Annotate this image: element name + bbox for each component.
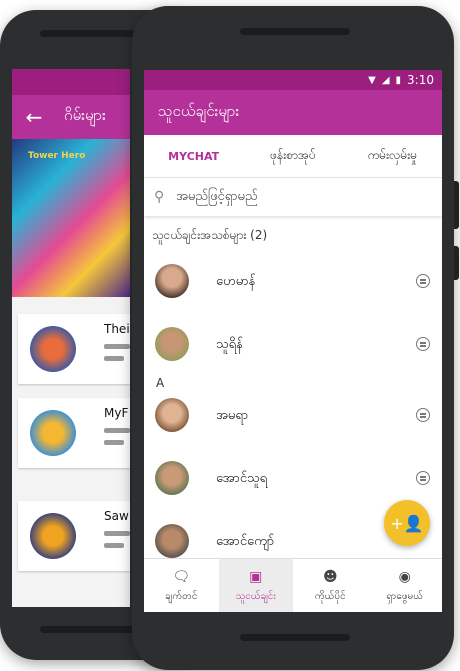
app-title: သူငယ်ချင်းများ	[158, 101, 240, 120]
nav-label: ရှာဖွေမယ်	[386, 591, 423, 602]
status-bar	[12, 69, 130, 95]
battery-icon: ▮	[395, 74, 402, 86]
tab-mychat[interactable]: MYCHAT	[144, 150, 243, 163]
game-card[interactable]: MyF	[18, 398, 130, 468]
nav-label: ကိုယ်ပိုင်	[314, 591, 346, 602]
game-desc-line	[104, 428, 130, 433]
contact-row[interactable]: အမရာ	[144, 384, 442, 447]
contact-row[interactable]: သူရိန်	[144, 313, 442, 376]
game-desc-line	[104, 440, 124, 445]
avatar	[155, 264, 189, 298]
contact-row[interactable]: အောင်သူရ	[144, 447, 442, 510]
game-name: MyF	[104, 406, 129, 420]
nav-label: ချက်တင်	[165, 591, 198, 602]
game-icon	[30, 410, 76, 456]
avatar	[155, 461, 189, 495]
tab-phonebook[interactable]: ဖုန်းစာအုပ်	[243, 147, 342, 165]
add-friend-button[interactable]: +👤	[384, 500, 430, 546]
nav-label: သူငယ်ချင်း	[235, 591, 276, 602]
contact-name: ဟေမာန်	[216, 274, 256, 289]
app-bar: သူငယ်ချင်းများ	[144, 90, 442, 135]
tab-invitations[interactable]: ကမ်းလှမ်းမှု	[343, 147, 442, 165]
game-card[interactable]: Thei	[18, 314, 130, 384]
avatar	[155, 524, 189, 558]
search-icon: ⚲	[154, 189, 165, 205]
avatar	[155, 327, 189, 361]
game-name: Saw	[104, 509, 129, 523]
contact-name: သူရိန်	[216, 337, 243, 352]
chat-bubble-icon: 🗨	[172, 569, 191, 585]
status-time: 3:10	[407, 73, 434, 87]
back-arrow-icon[interactable]: ←	[20, 105, 48, 129]
chat-icon[interactable]	[416, 337, 430, 351]
avatar	[155, 398, 189, 432]
contacts-icon: ▣	[249, 569, 263, 585]
volume-button	[454, 181, 459, 229]
speaker-grille	[240, 634, 350, 641]
game-desc-line	[104, 531, 130, 536]
bottom-navigation: 🗨 ချက်တင် ▣ သူငယ်ချင်း ☻ ကိုယ်ပိုင် ◉ ရှ…	[144, 558, 442, 612]
chat-icon[interactable]	[416, 471, 430, 485]
games-title: ဂိမ်းများ	[64, 106, 106, 124]
search-input[interactable]: အမည်ဖြင့်ရှာမည်	[176, 188, 258, 207]
nav-profile[interactable]: ☻ ကိုယ်ပိုင်	[293, 559, 368, 612]
nav-explore[interactable]: ◉ ရှာဖွေမယ်	[368, 559, 443, 612]
search-bar[interactable]: ⚲ အမည်ဖြင့်ရှာမည်	[144, 178, 442, 216]
chat-icon[interactable]	[416, 274, 430, 288]
game-icon	[30, 513, 76, 559]
speaker-grille	[240, 28, 350, 35]
game-desc-line	[104, 344, 130, 349]
game-desc-line	[104, 356, 124, 361]
nav-chat[interactable]: 🗨 ချက်တင်	[144, 559, 219, 612]
game-card[interactable]: Saw	[18, 501, 130, 571]
contact-name: အောင်သူရ	[216, 471, 268, 486]
chat-icon[interactable]	[416, 408, 430, 422]
explore-icon: ◉	[398, 569, 411, 585]
status-bar: ▼ ◢ ▮ 3:10	[144, 70, 442, 90]
add-person-icon: +👤	[390, 513, 424, 533]
friends-screen: ▼ ◢ ▮ 3:10 သူငယ်ချင်းများ MYCHAT ဖုန်းစာ…	[144, 70, 442, 612]
tab-bar: MYCHAT ဖုန်းစာအုပ် ကမ်းလှမ်းမှု	[144, 135, 442, 178]
front-phone: ▼ ◢ ▮ 3:10 သူငယ်ချင်းများ MYCHAT ဖုန်းစာ…	[132, 6, 459, 670]
power-button	[454, 246, 459, 280]
game-desc-line	[104, 543, 124, 548]
wifi-icon: ▼	[368, 74, 376, 86]
contact-row[interactable]: ဟေမာန်	[144, 250, 442, 313]
games-app-bar: ← ဂိမ်းများ	[12, 95, 130, 139]
contact-name: အမရာ	[216, 408, 249, 423]
nav-friends[interactable]: ▣ သူငယ်ချင်း	[218, 559, 293, 612]
game-banner[interactable]: Tower Hero	[12, 139, 130, 297]
signal-icon: ◢	[381, 74, 390, 86]
game-name: Thei	[104, 322, 130, 336]
person-icon: ☻	[322, 569, 338, 585]
banner-logo: Tower Hero	[28, 151, 86, 161]
new-friends-header: သူငယ်ချင်းအသစ်များ (2)	[152, 228, 268, 242]
contact-name: အောင်ကျော်	[216, 534, 275, 549]
games-screen: ← ဂိမ်းများ Tower Hero Thei MyF Saw	[12, 69, 130, 607]
game-icon	[30, 326, 76, 372]
